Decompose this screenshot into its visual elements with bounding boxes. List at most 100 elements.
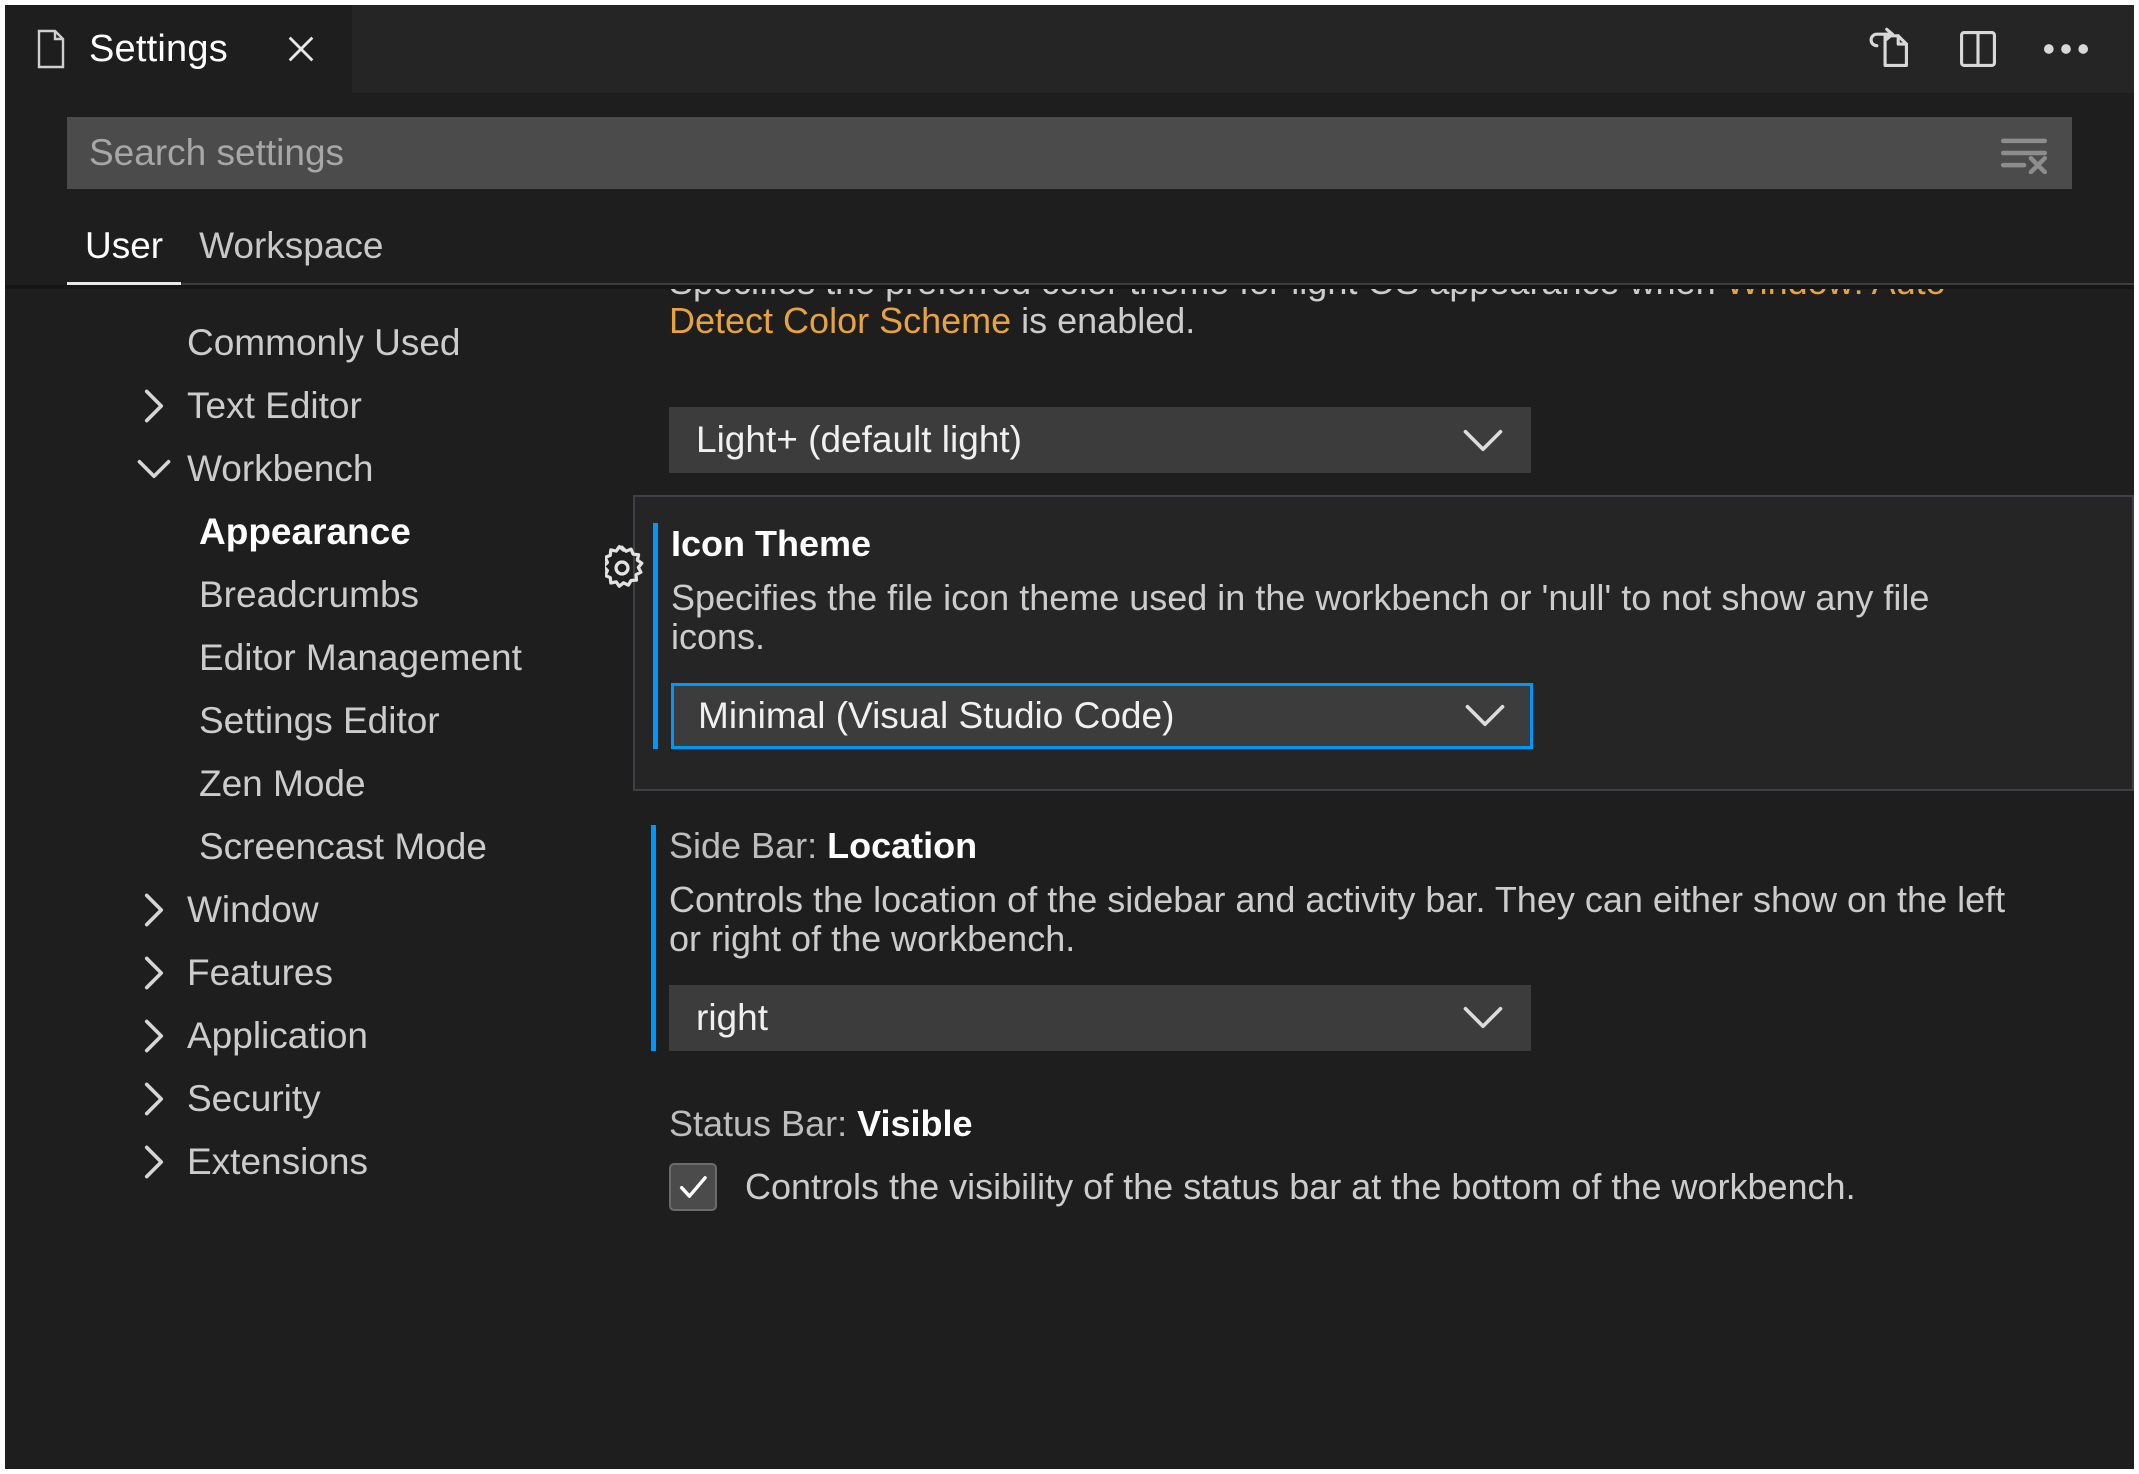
- setting-description-suffix: is enabled.: [1011, 299, 1196, 341]
- chevron-right-icon[interactable]: [131, 1142, 177, 1182]
- setting-title: Status Bar: Visible: [669, 1103, 2094, 1149]
- toc-item-label: Settings Editor: [199, 699, 440, 741]
- tab-user[interactable]: User: [67, 219, 182, 285]
- setting-row-side-bar-location[interactable]: Side Bar: Location Controls the location…: [633, 824, 2134, 1051]
- chevron-right-icon: [131, 638, 177, 678]
- toc-item-label: Screencast Mode: [199, 825, 487, 867]
- settings-scope-tabs: User Workspace: [5, 219, 2134, 285]
- setting-modified-indicator: [651, 1103, 656, 1211]
- clear-filter-icon[interactable]: [1994, 123, 2054, 183]
- tab-user-label: User: [85, 225, 164, 266]
- settings-toc-tree[interactable]: Commonly Used Text Editor Workbench Appeara…: [5, 289, 605, 1469]
- setting-description: Controls the location of the sidebar and…: [669, 878, 2006, 959]
- toc-item-window[interactable]: Window: [5, 878, 605, 941]
- chevron-right-icon[interactable]: [131, 1016, 177, 1056]
- settings-header: User Workspace: [5, 93, 2134, 285]
- chevron-right-icon[interactable]: [131, 386, 177, 426]
- toc-item-label: Appearance: [199, 510, 411, 552]
- tab-workspace[interactable]: Workspace: [181, 219, 401, 285]
- split-editor-icon[interactable]: [1952, 23, 2004, 75]
- chevron-right-icon: [131, 764, 177, 804]
- tab-workspace-label: Workspace: [199, 225, 384, 266]
- file-icon: [35, 29, 67, 69]
- setting-title-key: Location: [827, 824, 978, 866]
- icon-theme-dropdown[interactable]: Minimal (Visual Studio Code): [671, 682, 1533, 749]
- toc-item-label: Extensions: [187, 1140, 368, 1182]
- editor-tab-label: Settings: [89, 27, 228, 70]
- ellipsis-icon[interactable]: [2040, 23, 2092, 75]
- toc-item-label: Zen Mode: [199, 762, 366, 804]
- toc-item-label: Text Editor: [187, 384, 362, 426]
- status-bar-visible-control: Controls the visibility of the status ba…: [669, 1162, 2094, 1211]
- toc-item-workbench[interactable]: Workbench: [5, 437, 605, 500]
- toc-item-zen-mode[interactable]: Zen Mode: [5, 752, 605, 815]
- chevron-right-icon: [131, 323, 177, 363]
- side-bar-location-dropdown[interactable]: right: [669, 984, 1531, 1051]
- toc-item-text-editor[interactable]: Text Editor: [5, 374, 605, 437]
- toc-item-label: Application: [187, 1014, 369, 1056]
- setting-row-icon-theme[interactable]: Icon Theme Specifies the file icon theme…: [605, 495, 2134, 791]
- toc-item-label: Features: [187, 951, 334, 993]
- setting-description: Controls the visibility of the status ba…: [745, 1165, 1856, 1207]
- setting-title-category: Side Bar:: [669, 824, 828, 866]
- chevron-right-icon: [131, 701, 177, 741]
- toc-item-appearance[interactable]: Appearance: [5, 500, 605, 563]
- toc-item-commonly-used[interactable]: Commonly Used: [5, 311, 605, 374]
- toc-item-extensions[interactable]: Extensions: [5, 1130, 605, 1193]
- search-row: [5, 93, 2134, 189]
- setting-modified-indicator: [653, 523, 658, 749]
- chevron-right-icon: [131, 512, 177, 552]
- preferred-light-color-theme-dropdown[interactable]: Light+ (default light): [669, 407, 1531, 473]
- chevron-right-icon[interactable]: [131, 1079, 177, 1119]
- toc-item-breadcrumbs[interactable]: Breadcrumbs: [5, 563, 605, 626]
- setting-title-key: Icon Theme: [671, 523, 872, 564]
- toc-item-application[interactable]: Application: [5, 1004, 605, 1067]
- setting-row-status-bar-visible[interactable]: Status Bar: Visible Controls the visibil…: [633, 1103, 2134, 1211]
- editor-tab-bar: Settings: [5, 5, 2134, 93]
- search-settings-box[interactable]: [67, 117, 2072, 189]
- settings-editor-window: Settings Search settings User Workspace …: [0, 0, 2139, 1474]
- status-bar-visible-checkbox[interactable]: [669, 1162, 717, 1211]
- chevron-right-icon: [131, 575, 177, 615]
- setting-description: Specifies the preferred color theme for …: [669, 289, 2029, 341]
- setting-title-category: Status Bar:: [669, 1102, 858, 1144]
- dropdown-value: right: [696, 996, 768, 1038]
- chevron-down-icon: [1462, 428, 1504, 453]
- toc-item-screencast-mode[interactable]: Screencast Mode: [5, 815, 605, 878]
- editor-actions: [1864, 5, 2134, 93]
- setting-title: Icon Theme: [671, 523, 2092, 569]
- dropdown-value: Minimal (Visual Studio Code): [698, 694, 1175, 736]
- editor-tab-settings[interactable]: Settings: [5, 5, 352, 93]
- toc-item-editor-management[interactable]: Editor Management: [5, 626, 605, 689]
- setting-row-preferred-light-color-theme: Light+ (default light): [633, 407, 2134, 473]
- settings-list: Specifies the preferred color theme for …: [605, 289, 2134, 1469]
- toc-item-settings-editor[interactable]: Settings Editor: [5, 689, 605, 752]
- chevron-right-icon[interactable]: [131, 953, 177, 993]
- open-file-external-icon[interactable]: [1864, 23, 1916, 75]
- toc-item-features[interactable]: Features: [5, 941, 605, 1004]
- toc-item-label: Workbench: [187, 447, 374, 489]
- setting-title-key: Visible: [857, 1102, 973, 1144]
- toc-item-label: Breadcrumbs: [199, 573, 420, 615]
- setting-title: Side Bar: Location: [669, 825, 2094, 871]
- toc-item-label: Editor Management: [199, 636, 522, 678]
- search-input[interactable]: [67, 117, 1994, 189]
- setting-description: Specifies the file icon theme used in th…: [671, 577, 1930, 657]
- dropdown-value: Light+ (default light): [696, 419, 1023, 460]
- chevron-down-icon[interactable]: [131, 456, 177, 482]
- setting-modified-indicator: [651, 824, 656, 1051]
- gear-icon[interactable]: [605, 541, 649, 595]
- chevron-down-icon: [1462, 1005, 1504, 1030]
- setting-row-preferred-light-color-theme-description: Specifies the preferred color theme for …: [633, 289, 2134, 381]
- toc-item-label: Security: [187, 1077, 321, 1119]
- close-icon[interactable]: [278, 26, 324, 72]
- toc-item-label: Commonly Used: [187, 321, 461, 363]
- chevron-right-icon[interactable]: [131, 890, 177, 930]
- setting-modified-indicator: [651, 407, 656, 473]
- tab-bar-empty-space: [351, 5, 1864, 93]
- chevron-down-icon: [1464, 703, 1506, 728]
- chevron-right-icon: [131, 827, 177, 867]
- settings-body: Commonly Used Text Editor Workbench Appeara…: [5, 285, 2134, 1469]
- toc-item-label: Window: [187, 888, 319, 930]
- toc-item-security[interactable]: Security: [5, 1067, 605, 1130]
